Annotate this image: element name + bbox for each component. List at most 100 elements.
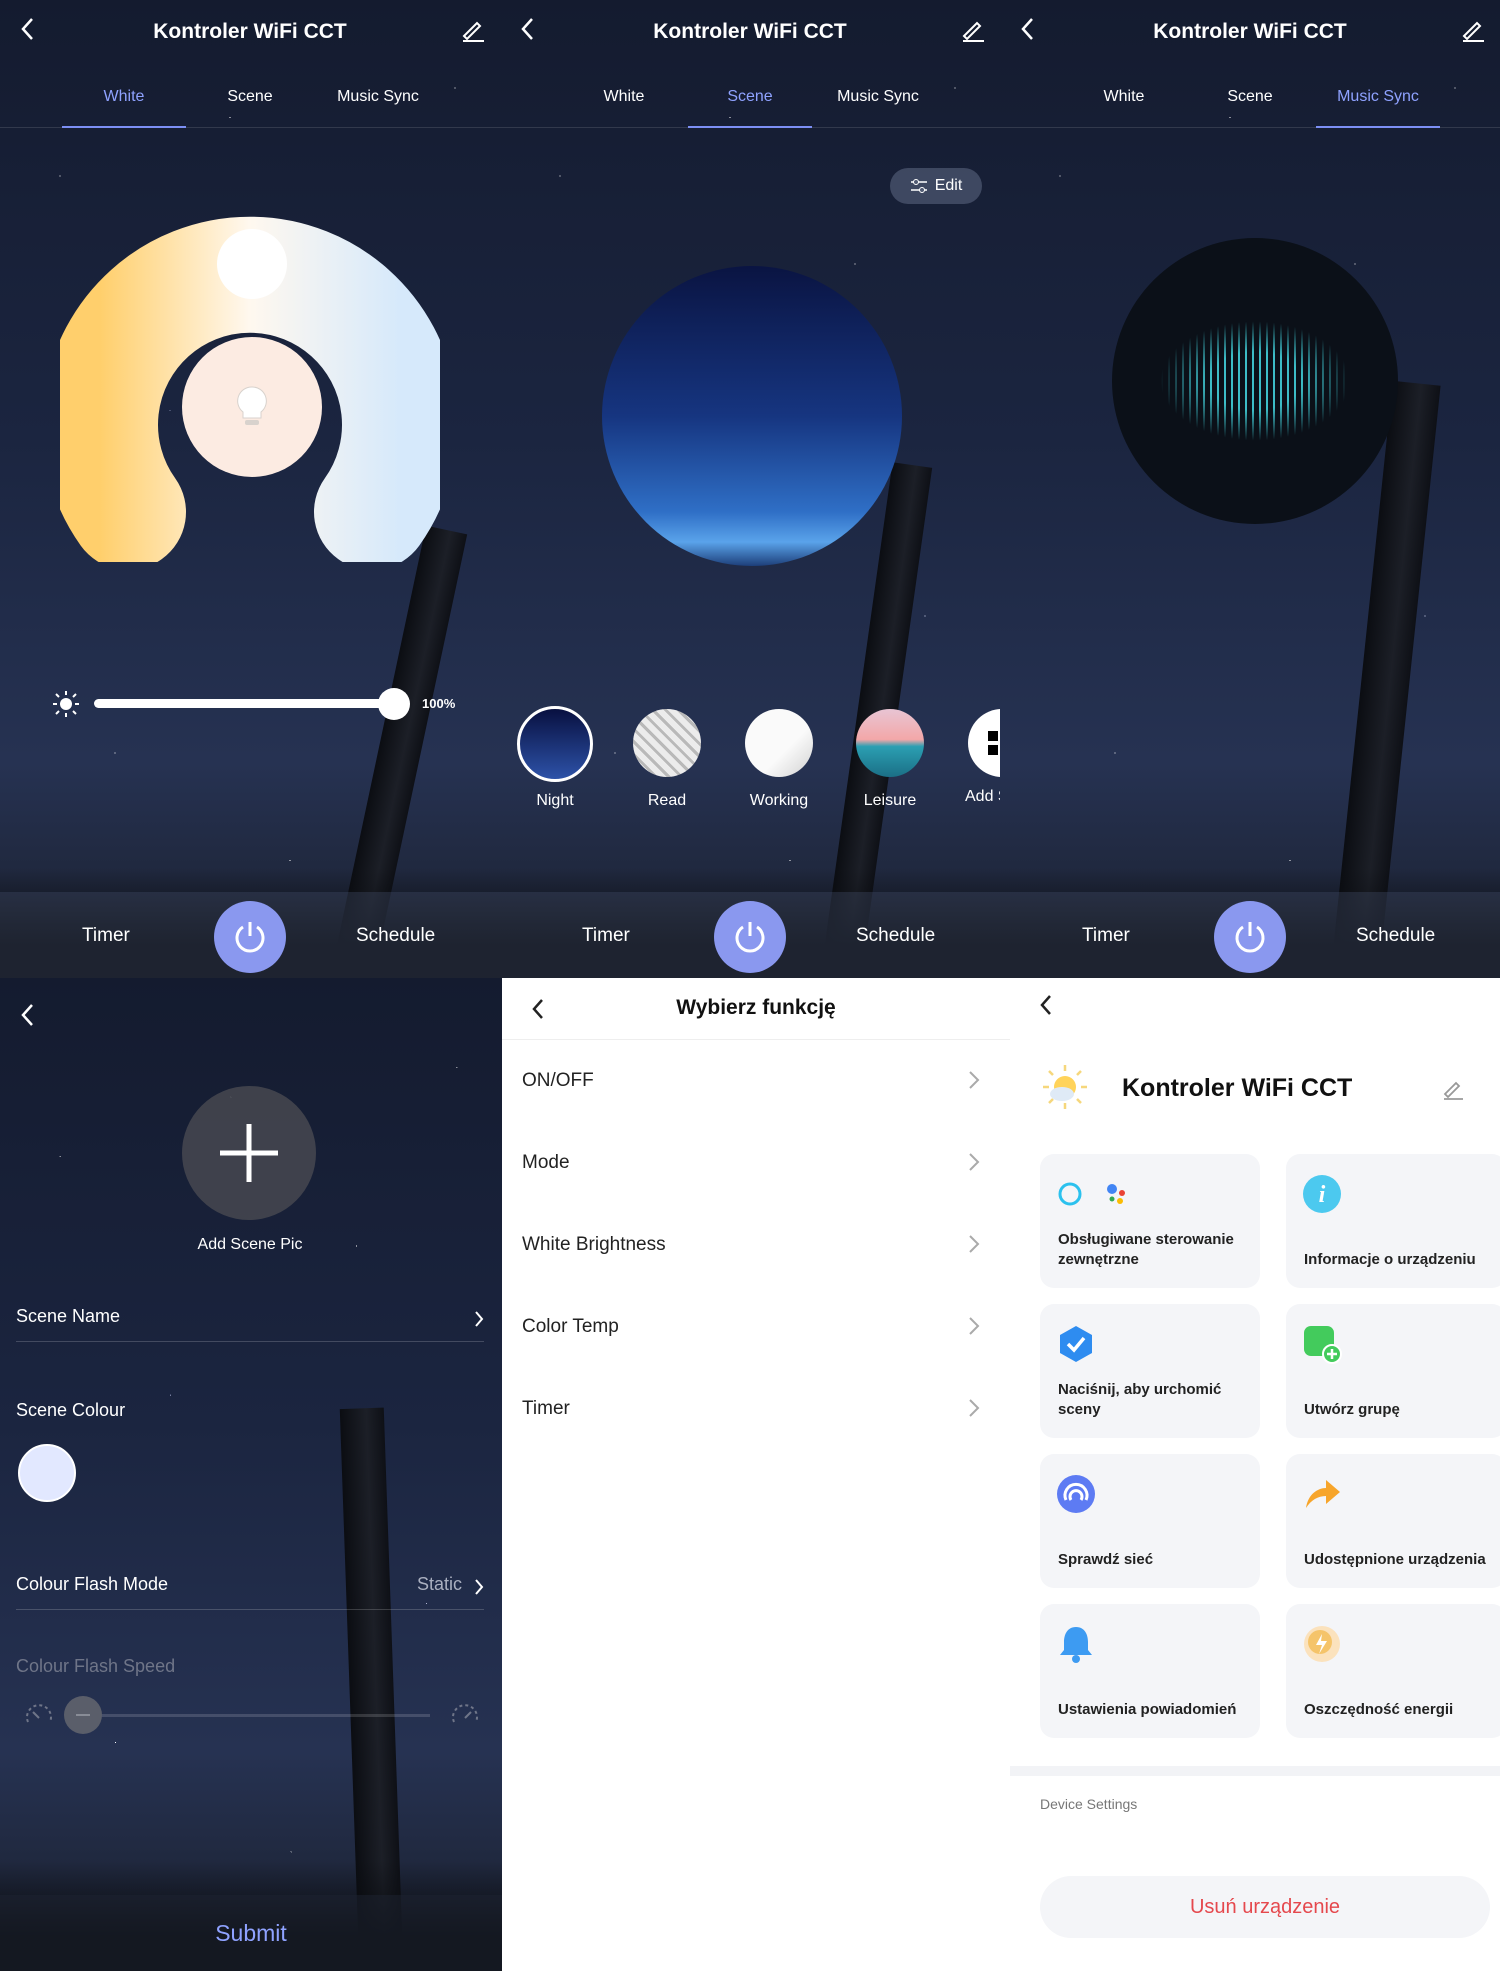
page-title: Kontroler WiFi CCT [653, 20, 847, 43]
network-icon [1057, 1475, 1095, 1513]
tab-white[interactable]: White [62, 88, 186, 128]
header: Kontroler WiFi CCT [500, 0, 1000, 64]
card-energy-saving[interactable]: Oszczędność energii [1286, 1604, 1500, 1738]
bottom-bar: Timer Schedule [1000, 892, 1500, 978]
white-panel: Kontroler WiFi CCT White Scene Music Syn… [0, 0, 500, 978]
chevron-right-icon [969, 1399, 980, 1417]
scene-name-row[interactable]: Scene Name [16, 1306, 484, 1342]
power-button[interactable] [1214, 901, 1286, 973]
back-icon[interactable] [1036, 990, 1060, 1020]
tab-music-sync[interactable]: Music Sync [816, 88, 940, 106]
device-settings-panel: Kontroler WiFi CCT Obsługiwane sterowani… [1010, 978, 1500, 1971]
scene-item-read[interactable] [633, 709, 701, 777]
tab-white[interactable]: White [1062, 88, 1186, 106]
function-timer[interactable]: Timer [502, 1368, 1010, 1450]
edit-pen-icon[interactable] [460, 16, 486, 42]
chevron-right-icon [969, 1235, 980, 1253]
card-label: Informacje o urządzeniu [1304, 1251, 1476, 1268]
device-settings-label: Device Settings [1040, 1796, 1138, 1812]
card-tap-to-run[interactable]: Naciśnij, aby urchomić sceny [1040, 1304, 1260, 1438]
card-check-network[interactable]: Sprawdź sieć [1040, 1454, 1260, 1588]
function-white-brightness[interactable]: White Brightness [502, 1204, 1010, 1286]
card-device-info[interactable]: i Informacje o urządzeniu [1286, 1154, 1500, 1288]
bell-icon [1060, 1627, 1092, 1663]
tab-bar: White Scene Music Sync [1000, 86, 1500, 128]
brightness-slider[interactable] [94, 699, 394, 708]
scene-item-add[interactable] [968, 709, 1000, 777]
tab-scene[interactable]: Scene [688, 88, 812, 128]
tab-white[interactable]: White [562, 88, 686, 106]
colour-flash-speed-label: Colour Flash Speed [16, 1656, 176, 1676]
share-arrow-icon [1306, 1480, 1340, 1508]
remove-device-button[interactable]: Usuń urządzenie [1040, 1876, 1490, 1938]
edit-button[interactable]: Edit [890, 168, 982, 204]
scene-label-leisure: Leisure [863, 792, 917, 809]
flash-speed-handle[interactable] [64, 1696, 102, 1734]
scene-item-working[interactable] [745, 709, 813, 777]
tab-music-sync[interactable]: Music Sync [316, 88, 440, 106]
power-button[interactable] [714, 901, 786, 973]
edit-pen-icon[interactable] [960, 16, 986, 42]
back-icon[interactable] [16, 1000, 40, 1030]
timer-button[interactable]: Timer [582, 925, 630, 947]
chevron-right-icon [969, 1071, 980, 1089]
timer-button[interactable]: Timer [1082, 925, 1130, 947]
tab-scene[interactable]: Scene [1188, 88, 1312, 106]
card-label: Ustawienia powiadomień [1058, 1701, 1237, 1718]
scene-preview [602, 266, 902, 566]
svg-text:i: i [1319, 1182, 1326, 1208]
function-header: Wybierz funkcję [502, 978, 1010, 1040]
handle-grip [76, 1714, 90, 1716]
function-label: Timer [522, 1398, 570, 1419]
color-temp-handle[interactable] [217, 229, 287, 299]
check-shield-icon [1060, 1326, 1092, 1362]
header: Kontroler WiFi CCT [0, 0, 500, 64]
sun-device-icon [1043, 1065, 1087, 1109]
speed-slow-icon [26, 1704, 52, 1723]
scene-item-leisure[interactable] [856, 709, 924, 777]
schedule-button[interactable]: Schedule [1356, 925, 1435, 947]
card-label: Udostępnione urządzenia [1304, 1551, 1486, 1568]
edit-pen-icon[interactable] [1442, 1078, 1464, 1100]
flash-speed-slider[interactable] [76, 1714, 430, 1717]
edit-label: Edit [934, 177, 963, 194]
card-notifications[interactable]: Ustawienia powiadomień [1040, 1604, 1260, 1738]
schedule-button[interactable]: Schedule [356, 925, 435, 947]
submit-button[interactable]: Submit [0, 1895, 502, 1971]
music-sync-panel: Kontroler WiFi CCT White Scene Music Syn… [1000, 0, 1500, 978]
chevron-right-icon [475, 1311, 484, 1327]
scene-label-add: Add S [965, 788, 1000, 805]
card-label: Naciśnij, aby urchomić sceny [1058, 1381, 1222, 1418]
function-label: Color Temp [522, 1316, 619, 1337]
add-scene-pic-button[interactable] [182, 1086, 316, 1220]
tab-scene[interactable]: Scene [188, 88, 312, 106]
power-icon [735, 922, 765, 953]
tab-bar: White Scene Music Sync [500, 86, 1000, 128]
schedule-button[interactable]: Schedule [856, 925, 935, 947]
bottom-bar: Timer Schedule [500, 892, 1000, 978]
edit-pen-icon[interactable] [1460, 16, 1486, 42]
function-mode[interactable]: Mode [502, 1122, 1010, 1204]
function-onoff[interactable]: ON/OFF [502, 1040, 1010, 1122]
device-name: Kontroler WiFi CCT [1122, 1074, 1353, 1102]
scene-list: Night Read Working Leisure Add S [500, 700, 1000, 820]
card-shared-devices[interactable]: Udostępnione urządzenia [1286, 1454, 1500, 1588]
bottom-bar: Timer Schedule [0, 892, 500, 978]
colour-flash-mode-row[interactable]: Colour Flash Mode Static [16, 1574, 484, 1610]
scene-item-night[interactable] [517, 706, 593, 782]
scene-colour-swatch[interactable] [18, 1444, 76, 1502]
function-color-temp[interactable]: Color Temp [502, 1286, 1010, 1368]
timer-button[interactable]: Timer [82, 925, 130, 947]
sound-wave [1112, 298, 1398, 464]
function-label: White Brightness [522, 1234, 666, 1255]
card-label: Utwórz grupę [1304, 1401, 1400, 1418]
page-title: Kontroler WiFi CCT [153, 20, 347, 43]
card-label: Sprawdź sieć [1058, 1551, 1154, 1568]
add-scene-pic-label: Add Scene Pic [197, 1236, 303, 1253]
card-external-control[interactable]: Obsługiwane sterowanie zewnętrzne [1040, 1154, 1260, 1288]
power-button[interactable] [214, 901, 286, 973]
brightness-handle[interactable] [378, 688, 410, 720]
card-label: Obsługiwane sterowanie zewnętrzne [1058, 1231, 1234, 1268]
tab-music-sync[interactable]: Music Sync [1316, 88, 1440, 128]
card-create-group[interactable]: Utwórz grupę [1286, 1304, 1500, 1438]
